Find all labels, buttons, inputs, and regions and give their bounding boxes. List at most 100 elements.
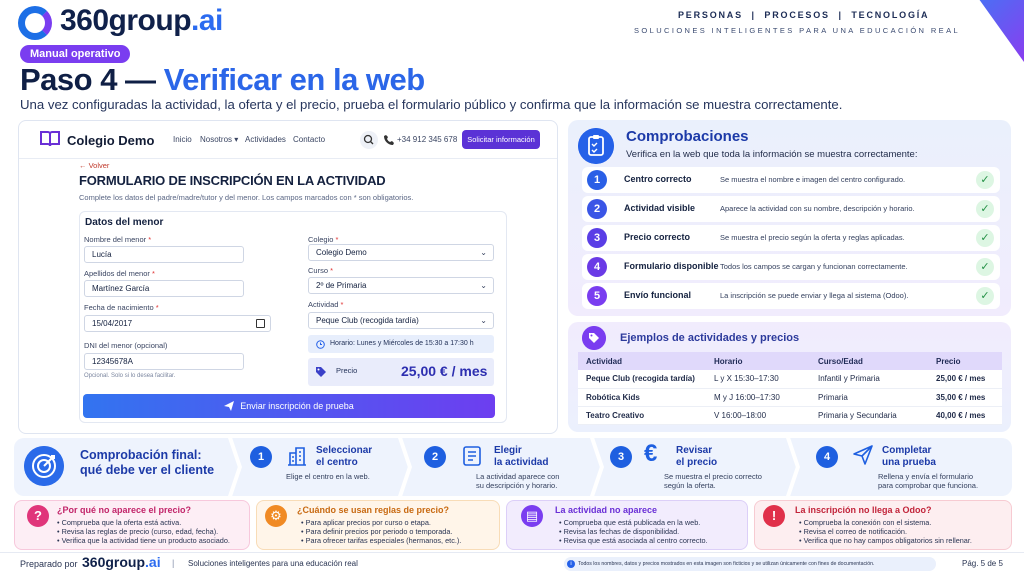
checks-subtitle: Verifica en la web que toda la informaci… [626, 149, 918, 160]
clipboard-check-icon [578, 128, 614, 164]
check-icon: ✓ [976, 287, 994, 305]
target-icon [24, 446, 64, 486]
faq-item: • Comprueba que la oferta está activa. [57, 518, 182, 527]
dni-input[interactable]: 12345678A [84, 353, 244, 370]
nav-inicio[interactable]: Inicio [173, 135, 192, 144]
check-desc: Se muestra el nombre e imagen del centro… [720, 175, 906, 184]
prices-table: Actividad Horario Curso/Edad Precio Pequ… [578, 352, 1002, 425]
check-row: 5 Envío funcional La inscripción se pued… [582, 283, 1000, 309]
faq-item: • Para aplicar precios por curso o etapa… [301, 518, 431, 527]
step-desc: Elige el centro en la web. [286, 472, 370, 481]
table-cell: M y J 16:00–17:30 [706, 388, 810, 407]
step-number: 4 [587, 257, 607, 277]
check-row: 4 Formulario disponible Todos los campos… [582, 254, 1000, 280]
book-icon [40, 131, 60, 147]
check-row: 1 Centro correcto Se muestra el nombre e… [582, 167, 1000, 193]
faq-item: • Revisa las reglas de precio (curso, ed… [57, 527, 219, 536]
actividad-label: Actividad * [308, 300, 344, 309]
check-icon: ✓ [976, 258, 994, 276]
step-number: 1 [250, 446, 272, 468]
chevron-down-icon: ⌄ [480, 316, 487, 325]
check-name: Centro correcto [624, 174, 692, 184]
column-header: Horario [706, 352, 810, 370]
check-desc: Se muestra el precio según la oferta y r… [720, 233, 905, 242]
send-icon [853, 445, 873, 465]
tag-icon [582, 326, 606, 350]
step-title: Elegir la actividad [494, 445, 549, 468]
tag-icon [316, 367, 326, 377]
submit-button[interactable]: Enviar inscripción de prueba [83, 394, 495, 418]
faq-item: • Revisa que está asociada al centro cor… [559, 536, 708, 545]
site-brand[interactable]: Colegio Demo [67, 133, 154, 148]
nav-contacto[interactable]: Contacto [293, 135, 325, 144]
faq-item: • Para definir precios por periodo o tem… [301, 527, 453, 536]
curso-select[interactable]: 2º de Primaria ⌄ [308, 277, 494, 294]
page-subtitle: Una vez configuradas la actividad, la of… [20, 97, 843, 112]
search-icon[interactable] [360, 131, 378, 149]
step-number: 2 [587, 199, 607, 219]
tagline-top: PERSONAS | PROCESOS | TECNOLOGÍA [678, 10, 930, 20]
faq-question: La inscripción no llega a Odoo? [795, 505, 932, 515]
form-description: Complete los datos del padre/madre/tutor… [79, 193, 414, 202]
table-header-row: Actividad Horario Curso/Edad Precio [578, 352, 1002, 370]
birthdate-input[interactable]: 15/04/2017 [84, 315, 271, 332]
calendar-icon[interactable] [256, 319, 265, 328]
step-desc: La actividad aparece con su descripción y… [476, 472, 560, 490]
footer-disclaimer: i Todos los nombres, datos y precios most… [564, 557, 936, 571]
building-icon [288, 447, 306, 466]
examples-title: Ejemplos de actividades y precios [620, 332, 800, 344]
check-desc: La inscripción se puede enviar y llega a… [720, 291, 909, 300]
colegio-label: Colegio * [308, 235, 339, 244]
corner-decoration [979, 0, 1024, 62]
check-name: Formulario disponible [624, 261, 719, 271]
apellidos-label: Apellidos del menor * [84, 269, 155, 278]
actividad-select[interactable]: Peque Club (recogida tardía) ⌄ [308, 312, 494, 329]
manual-badge: Manual operativo [20, 45, 131, 63]
nombre-input[interactable]: Lucía [84, 246, 244, 263]
footer-tagline: Soluciones inteligentes para una educaci… [188, 559, 358, 568]
phone-icon [384, 135, 394, 145]
nav-nosotros[interactable]: Nosotros ▾ [200, 135, 238, 144]
request-info-button[interactable]: Solicitar información [462, 130, 540, 149]
nav-actividades[interactable]: Actividades [245, 135, 286, 144]
check-name: Actividad visible [624, 203, 696, 213]
step-number: 3 [610, 446, 632, 468]
dni-label: DNI del menor (opcional) [84, 341, 168, 350]
back-link[interactable]: ← Volver [79, 161, 109, 170]
faq-item: • Para ofrecer tarifas especiales (herma… [301, 536, 462, 545]
table-cell: 25,00 € / mes [928, 370, 1002, 389]
column-header: Curso/Edad [810, 352, 928, 370]
question-icon: ? [27, 505, 49, 527]
faq-card: ⚙ ¿Cuándo se usan reglas de precio? • Pa… [256, 500, 500, 550]
tagline-bottom: SOLUCIONES INTELIGENTES PARA UNA EDUCACI… [634, 26, 961, 35]
colegio-select[interactable]: Colegio Demo ⌄ [308, 244, 494, 261]
check-icon: ✓ [976, 229, 994, 247]
column-header: Precio [928, 352, 1002, 370]
table-cell: Primaria [810, 388, 928, 407]
site-phone[interactable]: +34 912 345 678 [397, 135, 457, 144]
step-title: Completar una prueba [882, 445, 936, 468]
apellidos-input[interactable]: Martínez García [84, 280, 244, 297]
table-row: Robótica Kids M y J 16:00–17:30 Primaria… [578, 388, 1002, 407]
price-label: Precio [336, 366, 358, 375]
curso-label: Curso * [308, 266, 334, 275]
step-number: 5 [587, 286, 607, 306]
table-row: Teatro Creativo V 16:00–18:00 Primaria y… [578, 406, 1002, 425]
final-check-title: Comprobación final: qué debe ver el clien… [80, 448, 215, 477]
table-cell: V 16:00–18:00 [706, 406, 810, 425]
send-icon [224, 401, 235, 411]
check-row: 3 Precio correcto Se muestra el precio s… [582, 225, 1000, 251]
footer-separator: | [172, 558, 175, 568]
step-number: 4 [816, 446, 838, 468]
euro-icon: € [644, 440, 658, 467]
faq-card: ? ¿Por qué no aparece el precio? • Compr… [14, 500, 250, 550]
table-cell: 40,00 € / mes [928, 406, 1002, 425]
dni-hint: Opcional. Solo si lo desea facilitar. [84, 373, 176, 379]
logo-ring-icon [18, 6, 52, 40]
faq-item: • Verifica que no hay campos obligatorio… [799, 536, 972, 545]
check-name: Precio correcto [624, 232, 691, 242]
faq-item: • Comprueba la conexión con el sistema. [799, 518, 932, 527]
table-cell: L y X 15:30–17:30 [706, 370, 810, 389]
step-number: 3 [587, 228, 607, 248]
step-number: 1 [587, 170, 607, 190]
